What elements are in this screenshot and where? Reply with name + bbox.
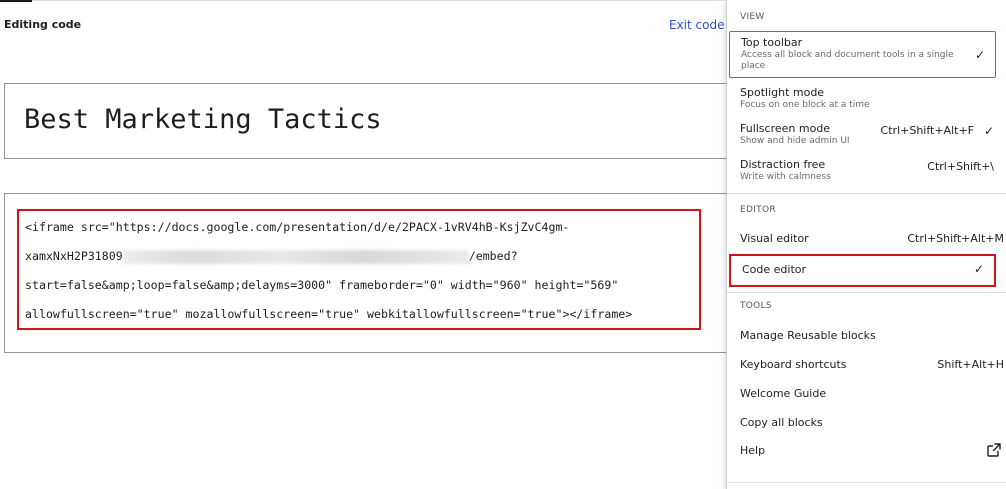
distraction-free-label: Distraction free (740, 158, 826, 171)
toolbar-indicator (0, 0, 32, 2)
view-section-title: VIEW (740, 12, 765, 22)
external-link-icon (987, 443, 1001, 457)
keyboard-shortcuts-label: Keyboard shortcuts (740, 358, 847, 371)
menu-item-fullscreen-mode[interactable]: Fullscreen mode Show and hide admin UI C… (729, 118, 996, 152)
fullscreen-mode-description: Show and hide admin UI (740, 136, 850, 146)
help-label: Help (740, 444, 766, 457)
post-title-text: Best Marketing Tactics (24, 104, 382, 135)
keyboard-shortcuts-shortcut: Shift+Alt+H (937, 358, 1004, 371)
welcome-guide-label: Welcome Guide (740, 387, 827, 400)
tools-section-title: TOOLS (740, 301, 772, 311)
checkmark-icon: ✓ (983, 124, 994, 138)
menu-item-copy-all-blocks[interactable]: Copy all blocks (729, 412, 996, 436)
menu-item-manage-reusable-blocks[interactable]: Manage Reusable blocks (729, 325, 996, 349)
code-line-4: allowfullscreen="true" mozallowfullscree… (25, 307, 633, 321)
code-line-2-start: xamxNxH2P31809 (25, 249, 123, 263)
options-dropdown-menu: VIEW Top toolbar Access all block and do… (726, 0, 1006, 489)
menu-divider (727, 193, 1006, 194)
top-toolbar-description: Access all block and document tools in a… (741, 50, 954, 71)
manage-reusable-blocks-label: Manage Reusable blocks (740, 329, 876, 342)
post-title-field[interactable]: Best Marketing Tactics (4, 83, 764, 159)
fullscreen-mode-label: Fullscreen mode (740, 122, 831, 135)
menu-item-visual-editor[interactable]: Visual editor Ctrl+Shift+Alt+M (729, 228, 1004, 252)
code-line-3: start=false&amp;loop=false&amp;delayms=3… (25, 278, 619, 292)
visual-editor-label: Visual editor (740, 232, 809, 245)
editing-code-label: Editing code (4, 18, 82, 31)
menu-item-welcome-guide[interactable]: Welcome Guide (729, 383, 996, 407)
code-editor-label: Code editor (742, 263, 807, 276)
code-editor-textarea[interactable]: <iframe src="https://docs.google.com/pre… (4, 193, 764, 353)
menu-divider (727, 482, 1006, 483)
menu-item-help[interactable]: Help (729, 440, 1001, 464)
top-toolbar-label: Top toolbar (741, 36, 803, 49)
distraction-free-shortcut: Ctrl+Shift+\ (927, 160, 994, 173)
menu-item-spotlight-mode[interactable]: Spotlight mode Focus on one block at a t… (729, 82, 996, 116)
redacted-blur (122, 249, 469, 264)
menu-item-code-editor[interactable]: Code editor ✓ (729, 254, 996, 287)
code-line-2-end: /embed? (468, 249, 518, 263)
menu-item-keyboard-shortcuts[interactable]: Keyboard shortcuts Shift+Alt+H (729, 354, 1004, 378)
menu-item-top-toolbar[interactable]: Top toolbar Access all block and documen… (729, 31, 996, 78)
distraction-free-description: Write with calmness (740, 172, 831, 182)
copy-all-blocks-label: Copy all blocks (740, 416, 823, 429)
spotlight-mode-description: Focus on one block at a time (740, 100, 870, 110)
checkmark-icon: ✓ (973, 262, 984, 276)
menu-item-distraction-free[interactable]: Distraction free Write with calmness Ctr… (729, 154, 996, 188)
checkmark-icon: ✓ (974, 48, 985, 62)
visual-editor-shortcut: Ctrl+Shift+Alt+M (907, 232, 1004, 245)
code-line-1: <iframe src="https://docs.google.com/pre… (25, 220, 570, 234)
menu-divider (727, 292, 1006, 293)
spotlight-mode-label: Spotlight mode (740, 86, 825, 99)
editor-section-title: EDITOR (740, 205, 776, 215)
fullscreen-mode-shortcut: Ctrl+Shift+Alt+F (880, 124, 974, 137)
code-line-2: xamxNxH2P31809/embed? (25, 249, 518, 264)
